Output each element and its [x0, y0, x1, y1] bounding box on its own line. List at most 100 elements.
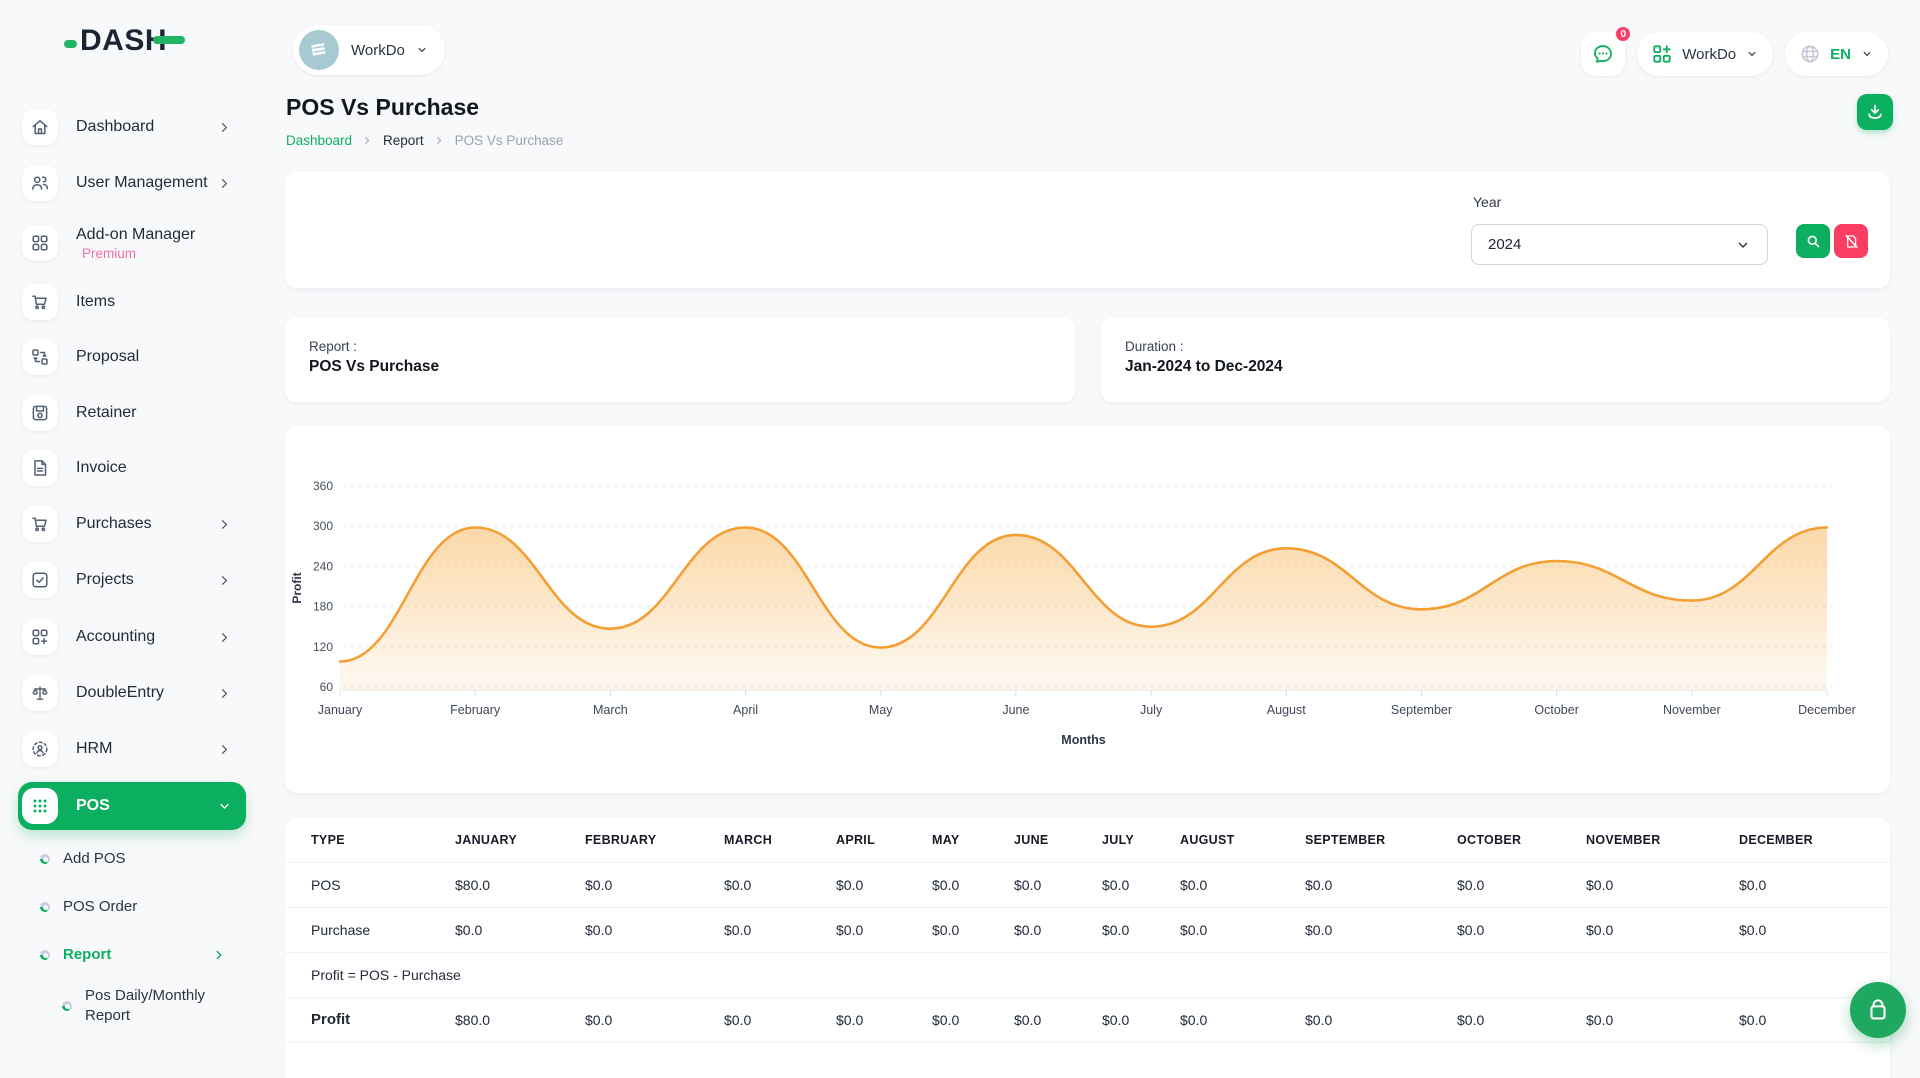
cell-value: $0.0 — [1305, 907, 1457, 952]
sidebar-subitem-label: Pos Daily/Monthly Report — [85, 986, 235, 1027]
year-label: Year — [1473, 194, 1501, 210]
dots-grid-icon — [22, 788, 58, 824]
svg-text:April: April — [733, 703, 758, 717]
chevron-right-icon — [217, 176, 232, 191]
sidebar-subitem-label: Report — [63, 945, 111, 965]
table-row-profit: Profit$80.0$0.0$0.0$0.0$0.0$0.0$0.0$0.0$… — [285, 997, 1890, 1042]
cell-value: $0.0 — [1739, 907, 1890, 952]
sidebar-item-items[interactable]: Items — [18, 280, 246, 324]
sidebar-item-projects[interactable]: Projects — [18, 558, 246, 602]
cell-value: $0.0 — [1014, 997, 1102, 1042]
messages-badge: 0 — [1614, 25, 1632, 43]
cell-value: $0.0 — [1180, 862, 1305, 907]
chat-icon — [1591, 42, 1615, 66]
svg-text:March: March — [593, 703, 628, 717]
sidebar-item-label: Proposal — [76, 348, 139, 366]
scale-icon — [22, 675, 58, 711]
cell-value: $0.0 — [1180, 907, 1305, 952]
topbar-actions: 0 WorkDo EN — [1581, 32, 1888, 76]
sidebar-item-dashboard[interactable]: Dashboard — [18, 105, 246, 149]
sidebar-item-label: Retainer — [76, 404, 136, 422]
sidebar-item-proposal[interactable]: Proposal — [18, 335, 246, 379]
bullet-icon — [40, 854, 50, 864]
download-button[interactable] — [1857, 94, 1893, 130]
logo-accent-right — [153, 36, 185, 44]
table-col-type: TYPE — [285, 818, 455, 862]
table-col-november: NOVEMBER — [1586, 818, 1739, 862]
table-row-pos: POS$80.0$0.0$0.0$0.0$0.0$0.0$0.0$0.0$0.0… — [285, 862, 1890, 907]
sidebar-item-add-on-manager[interactable]: Add-on ManagerPremium — [18, 217, 246, 269]
cell-value: $0.0 — [1102, 862, 1180, 907]
chevron-right-icon — [217, 120, 232, 135]
sidebar-subitem-add-pos[interactable]: Add POS — [40, 843, 230, 875]
cell-value: $0.0 — [1457, 862, 1586, 907]
table-col-january: JANUARY — [455, 818, 585, 862]
sidebar-item-doubleentry[interactable]: DoubleEntry — [18, 671, 246, 715]
table-col-august: AUGUST — [1180, 818, 1305, 862]
svg-text:180: 180 — [313, 600, 333, 614]
pos-cart-fab[interactable] — [1850, 982, 1906, 1038]
year-select[interactable]: 2024 — [1471, 224, 1768, 265]
duration-label: Duration : — [1125, 339, 1866, 354]
report-label: Report : — [309, 339, 1051, 354]
cell-value: $0.0 — [1586, 997, 1739, 1042]
sidebar-item-invoice[interactable]: Invoice — [18, 446, 246, 490]
table-col-july: JULY — [1102, 818, 1180, 862]
duration-summary-card: Duration : Jan-2024 to Dec-2024 — [1101, 317, 1890, 402]
breadcrumb: Dashboard Report POS Vs Purchase — [286, 133, 563, 148]
cell-value: $0.0 — [724, 907, 836, 952]
language-label: EN — [1830, 46, 1851, 63]
file-slash-icon — [1843, 233, 1860, 250]
user-dashed-icon — [22, 731, 58, 767]
sidebar-item-retainer[interactable]: Retainer — [18, 391, 246, 435]
filter-card: Year 2024 — [285, 172, 1890, 288]
bullet-icon — [62, 1001, 72, 1011]
sidebar-item-accounting[interactable]: Accounting — [18, 615, 246, 659]
cell-value: $0.0 — [932, 997, 1014, 1042]
brand-logo[interactable]: DASH — [64, 26, 185, 56]
sidebar-item-label: Dashboard — [76, 118, 154, 136]
grid-plus-icon — [1651, 43, 1673, 65]
cell-value: $0.0 — [1102, 997, 1180, 1042]
reset-button[interactable] — [1834, 224, 1868, 258]
check-square-icon — [22, 562, 58, 598]
download-icon — [1865, 102, 1885, 122]
sidebar-item-hrm[interactable]: HRM — [18, 727, 246, 771]
home-icon — [22, 109, 58, 145]
profit-formula-note: Profit = POS - Purchase — [285, 952, 1890, 997]
table-col-june: JUNE — [1014, 818, 1102, 862]
sidebar-item-label: Purchases — [76, 515, 152, 533]
cell-value: $80.0 — [455, 997, 585, 1042]
app-menu-button[interactable]: WorkDo — [1637, 32, 1773, 76]
chevron-right-icon — [212, 948, 226, 962]
breadcrumb-dashboard[interactable]: Dashboard — [286, 133, 352, 148]
shopping-bag-icon — [1865, 997, 1891, 1023]
workspace-switcher[interactable]: WorkDo — [293, 25, 445, 75]
language-switcher[interactable]: EN — [1785, 32, 1888, 76]
search-icon — [1805, 233, 1822, 250]
grid-icon — [22, 225, 58, 261]
sidebar-subitem-pos-daily-monthly-report[interactable]: Pos Daily/Monthly Report — [62, 983, 252, 1029]
table-header-row: TYPEJANUARYFEBRUARYMARCHAPRILMAYJUNEJULY… — [285, 818, 1890, 862]
messages-button[interactable]: 0 — [1581, 32, 1625, 76]
report-summary-card: Report : POS Vs Purchase — [285, 317, 1075, 402]
cell-value: $0.0 — [1457, 907, 1586, 952]
cell-value: $0.0 — [585, 997, 724, 1042]
sidebar-item-label: DoubleEntry — [76, 684, 164, 702]
breadcrumb-report[interactable]: Report — [383, 133, 424, 148]
table-col-february: FEBRUARY — [585, 818, 724, 862]
sidebar-item-user-management[interactable]: User Management — [18, 161, 246, 205]
row-label: Purchase — [285, 907, 455, 952]
table-col-april: APRIL — [836, 818, 932, 862]
table-col-october: OCTOBER — [1457, 818, 1586, 862]
svg-text:October: October — [1534, 703, 1578, 717]
logo-accent-left — [64, 40, 77, 48]
sidebar-item-pos[interactable]: POS — [18, 782, 246, 830]
sidebar-subitem-pos-order[interactable]: POS Order — [40, 891, 230, 923]
chevron-down-icon — [217, 799, 232, 814]
sidebar-item-purchases[interactable]: Purchases — [18, 502, 246, 546]
search-button[interactable] — [1796, 224, 1830, 258]
cell-value: $0.0 — [932, 862, 1014, 907]
building-icon — [307, 38, 331, 62]
sidebar-subitem-report[interactable]: Report — [40, 939, 230, 971]
